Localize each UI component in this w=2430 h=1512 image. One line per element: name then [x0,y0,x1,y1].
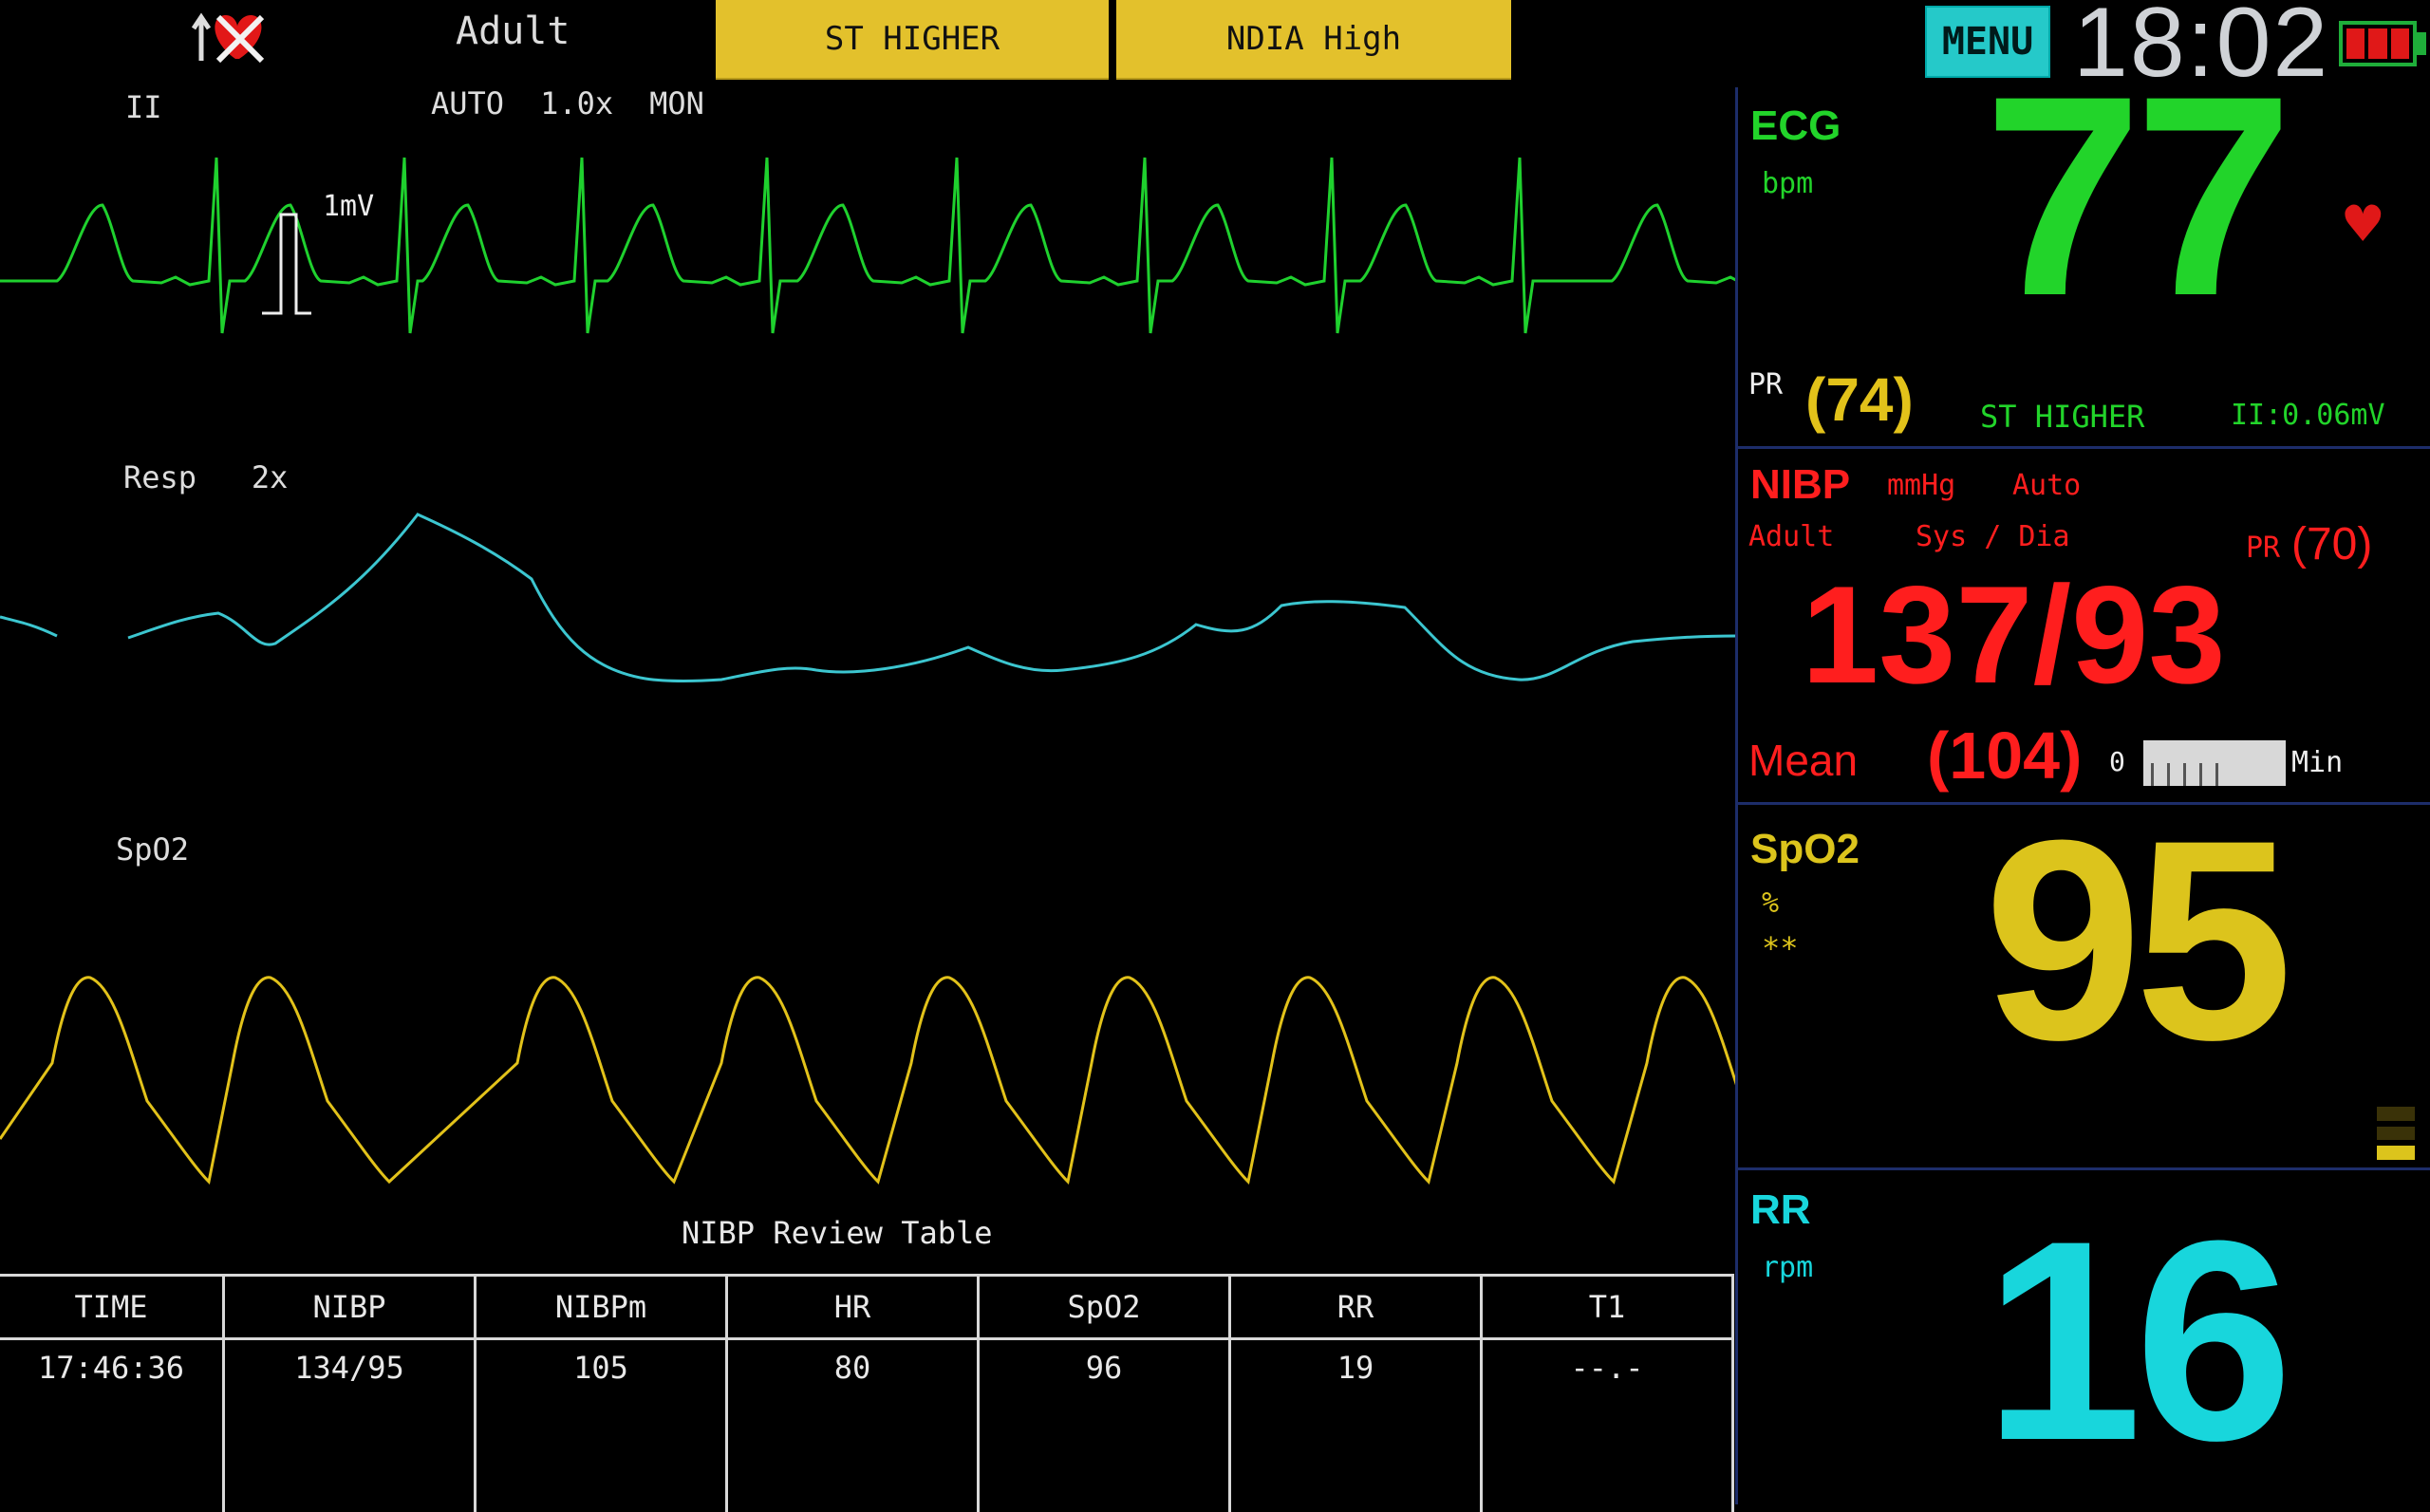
col-hr: HR [727,1276,979,1339]
ecg-lead-label[interactable]: II [125,89,162,125]
cell-nibp: 134/95 [224,1339,476,1512]
spo2-unit: % [1762,887,1779,920]
cell-spo2: 96 [979,1339,1230,1512]
spo2-signal-bar [2377,1107,2415,1160]
ecg-waveform [0,142,1737,361]
spo2-wave-label[interactable]: SpO2 [116,831,189,868]
st-alarm-text: ST HIGHER [1980,399,2144,435]
patient-type[interactable]: Adult [456,9,570,53]
divider-spo2-rr [1735,1167,2430,1170]
nibp-unit: mmHg [1887,469,1955,502]
col-rr: RR [1230,1276,1482,1339]
spo2-title: SpO2 [1750,826,1860,873]
col-spo2: SpO2 [979,1276,1230,1339]
ecg-filter[interactable]: MON [649,85,704,121]
ecg-title: ECG [1750,103,1841,150]
col-nibp: NIBP [224,1276,476,1339]
divider-ecg-nibp [1735,446,2430,449]
rr-unit: rpm [1762,1251,1813,1284]
cell-t1: --.- [1482,1339,1733,1512]
cell-nibpm: 105 [476,1339,727,1512]
cell-time: 17:46:36 [0,1339,224,1512]
heart-rate-value: 77 [1984,53,2286,338]
review-table-header: TIME NIBP NIBPm HR SpO2 RR T1 [0,1276,1733,1339]
resp-waveform [0,494,1737,712]
battery-icon [2339,21,2417,66]
resp-name: Resp [123,459,196,495]
nibp-timer-unit: Min [2291,746,2343,779]
ecg-pr-label: PR [1748,368,1783,401]
panel-left-border [1735,87,1738,1504]
battery-tip [2417,32,2426,55]
nibp-pr-label: PR [2246,532,2280,565]
spo2-value: 95 [1984,797,2286,1082]
nibp-title: NIBP [1750,461,1850,509]
nibp-timer-bar [2143,740,2286,786]
cell-hr: 80 [727,1339,979,1512]
rr-value: 16 [1984,1198,2286,1483]
nibp-sys-dia-label: Sys / Dia [1916,520,2070,553]
col-nibpm: NIBPm [476,1276,727,1339]
rr-title: RR [1750,1186,1811,1234]
review-table-title: NIBP Review Table [682,1215,993,1251]
heart-icon: ♥ [2345,190,2382,260]
ecg-wave-settings[interactable]: AUTO 1.0x MON [431,85,704,121]
nibp-timer-start: 0 [2109,746,2125,777]
alarm-st-higher[interactable]: ST HIGHER [716,0,1109,80]
st-value: II:0.06mV [2231,399,2385,432]
ecg-gain[interactable]: 1.0x [540,85,613,121]
nibp-value: 137/93 [1802,566,2226,704]
col-time: TIME [0,1276,224,1339]
ecg-pr-value: (74) [1805,364,1914,435]
ecg-mode[interactable]: AUTO [431,85,504,121]
ecg-unit: bpm [1762,167,1813,200]
table-row[interactable]: 17:46:36 134/95 105 80 96 19 --.- [0,1339,1733,1512]
resp-label[interactable]: Resp 2x [123,459,288,495]
nibp-pr-value: (70) [2291,518,2372,570]
nibp-review-table[interactable]: TIME NIBP NIBPm HR SpO2 RR T1 17:46:36 1… [0,1274,1734,1512]
alarm-off-icon[interactable] [190,4,275,70]
resp-gain: 2x [252,459,289,495]
nibp-mean-label: Mean [1748,735,1858,786]
spo2-waveform [0,949,1737,1196]
nibp-patient: Adult [1748,520,1834,553]
cell-rr: 19 [1230,1339,1482,1512]
col-t1: T1 [1482,1276,1733,1339]
nibp-mode: Auto [2012,469,2081,502]
spo2-quality: ** [1762,930,1799,966]
alarm-ndia-high[interactable]: NDIA High [1116,0,1511,80]
